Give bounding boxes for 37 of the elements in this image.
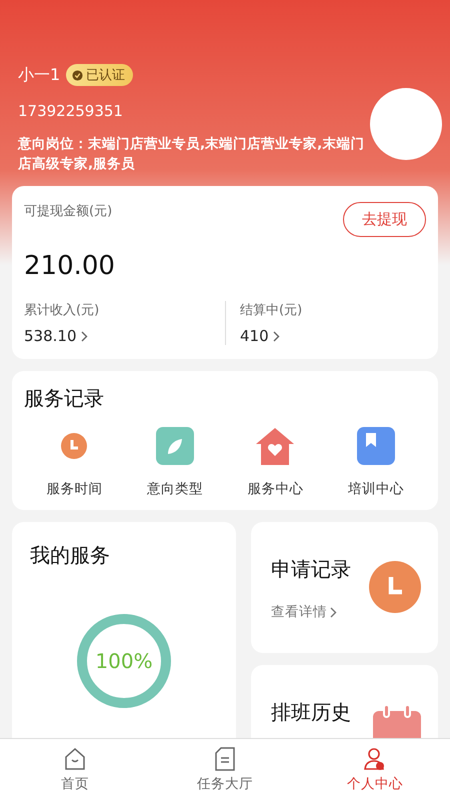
withdrawable-label: 可提现金额(元): [24, 203, 112, 220]
withdrawable-amount: 210.00: [24, 251, 116, 281]
chevron-right-icon: [272, 330, 280, 342]
verified-badge: 已认证: [66, 64, 134, 86]
withdraw-button[interactable]: 去提现: [343, 202, 426, 237]
stat-label: 结算中(元): [240, 302, 304, 319]
person-icon: [363, 746, 387, 770]
shortcut-label[interactable]: 培训中心: [348, 480, 404, 498]
home-icon: [63, 746, 87, 770]
card-title: 排班历史: [271, 699, 351, 726]
section-title: 我的服务: [30, 542, 110, 569]
stat-value[interactable]: 538.10: [24, 327, 76, 345]
clock-icon: [60, 432, 88, 460]
record-card[interactable]: 排班历史: [251, 665, 438, 738]
shortcut-label[interactable]: 意向类型: [146, 480, 203, 498]
tab-item[interactable]: 首页: [61, 774, 89, 792]
tab-item[interactable]: 任务大厅: [197, 774, 253, 792]
section-title: 服务记录: [24, 385, 105, 412]
clock-icon: [368, 560, 422, 614]
user-name: 小一1: [18, 64, 60, 86]
progress-reading: 100%: [95, 649, 153, 673]
chevron-right-icon: [80, 330, 88, 342]
chevron-right-icon: [330, 606, 337, 618]
details-link[interactable]: 查看详情: [271, 603, 351, 621]
stat-value[interactable]: 410: [240, 327, 269, 345]
record-card[interactable]: 申请记录 查看详情: [251, 522, 438, 653]
card-title: 申请记录: [271, 556, 351, 583]
stat-label: 累计收入(元): [24, 302, 100, 319]
shortcut-label[interactable]: 服务时间: [46, 480, 102, 498]
document-icon: [215, 746, 235, 770]
position-text: 意向岗位：末端门店营业专员,末端门店营业专家,末端门店高级专家,服务员: [18, 135, 366, 174]
house-heart-icon: [255, 427, 296, 465]
phone-number: 17392259351: [18, 102, 124, 120]
bookmark-icon: [356, 427, 395, 465]
leaf-icon: [156, 427, 194, 465]
tab-item[interactable]: 个人中心: [347, 774, 403, 792]
shortcut-label[interactable]: 服务中心: [247, 480, 304, 498]
